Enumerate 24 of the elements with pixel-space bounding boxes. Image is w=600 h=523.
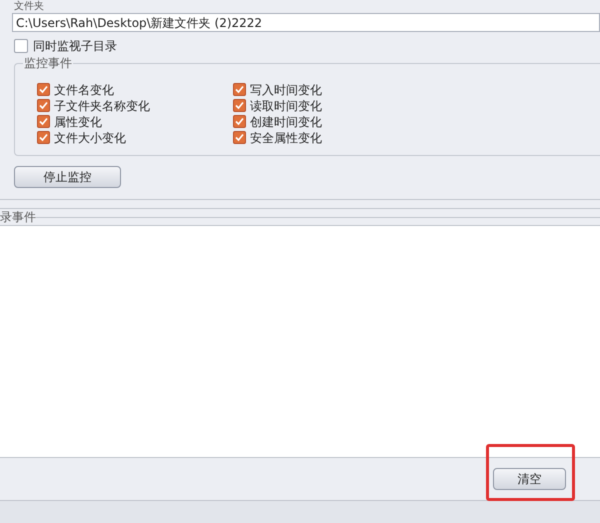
- folder-label: 文件夹: [14, 1, 44, 13]
- checkbox[interactable]: [37, 131, 50, 144]
- checkbox[interactable]: [233, 115, 246, 128]
- checkbox[interactable]: [14, 39, 28, 53]
- checkbox-label: 文件大小变化: [54, 130, 126, 146]
- checkbox[interactable]: [37, 83, 50, 96]
- stop-monitoring-button[interactable]: 停止监控: [14, 166, 121, 188]
- group-title: 监控事件: [23, 56, 73, 70]
- clear-button[interactable]: 清空: [493, 468, 566, 490]
- checkbox-label: 创建时间变化: [250, 114, 322, 130]
- checkbox-label: 安全属性变化: [250, 130, 322, 146]
- checkbox-label: 文件名变化: [54, 82, 114, 98]
- checkbox[interactable]: [233, 83, 246, 96]
- checkbox-label: 同时监视子目录: [33, 38, 117, 55]
- checkbox[interactable]: [233, 99, 246, 112]
- folder-path-field[interactable]: C:\Users\Rah\Desktop\新建文件夹 (2)2222: [12, 13, 600, 32]
- checkbox-label: 写入时间变化: [250, 82, 322, 98]
- checkbox[interactable]: [37, 115, 50, 128]
- checkbox-label: 子文件夹名称变化: [54, 98, 150, 114]
- checkbox-label: 属性变化: [54, 114, 102, 130]
- checkbox-label: 读取时间变化: [250, 98, 322, 114]
- log-label: 录事件: [0, 209, 36, 226]
- checkbox[interactable]: [37, 99, 50, 112]
- checkbox[interactable]: [233, 131, 246, 144]
